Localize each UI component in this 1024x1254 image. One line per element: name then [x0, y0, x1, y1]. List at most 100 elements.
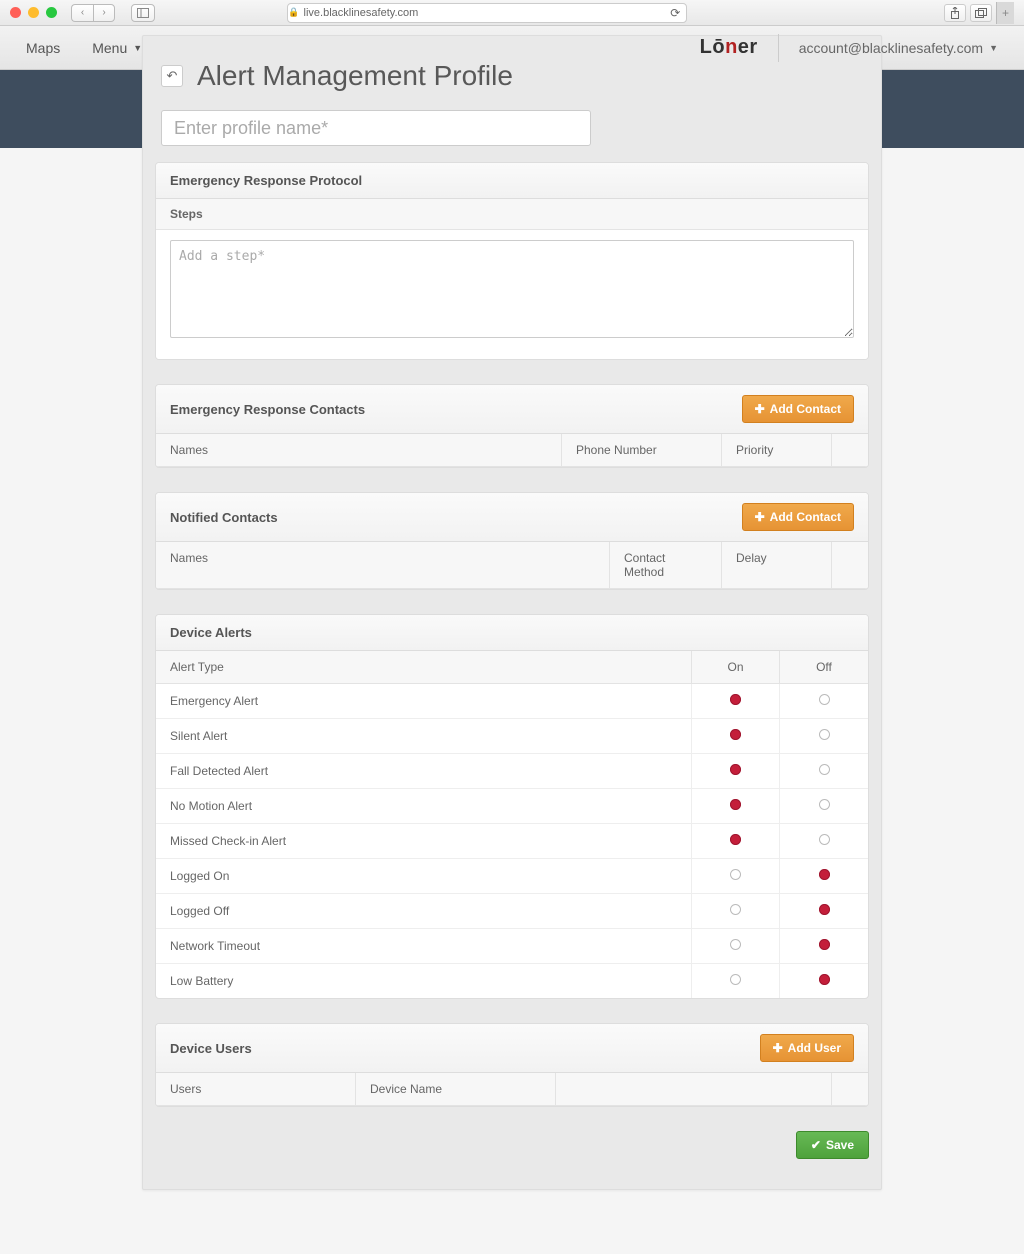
account-dropdown[interactable]: account@blacklinesafety.com ▼: [799, 40, 998, 56]
radio-on[interactable]: [730, 799, 741, 810]
chevron-down-icon: ▼: [133, 43, 142, 53]
add-contact-button[interactable]: ✚ Add Contact: [742, 395, 854, 423]
radio-off[interactable]: [819, 764, 830, 775]
erc-panel: Emergency Response Contacts ✚ Add Contac…: [155, 384, 869, 468]
forward-button[interactable]: ›: [93, 4, 115, 22]
nc-col-actions: [832, 542, 868, 588]
logo-text-3: er: [738, 36, 758, 58]
alert-type-label: Low Battery: [156, 964, 692, 998]
alert-off-cell: [780, 929, 868, 963]
alert-row: Logged On: [156, 859, 868, 894]
alert-row: Missed Check-in Alert: [156, 824, 868, 859]
radio-off[interactable]: [819, 729, 830, 740]
logo-text-red: n: [725, 36, 738, 58]
radio-off[interactable]: [819, 939, 830, 950]
radio-on[interactable]: [730, 834, 741, 845]
alert-on-cell: [692, 859, 780, 893]
radio-on[interactable]: [730, 939, 741, 950]
address-text: live.blacklinesafety.com: [304, 7, 419, 19]
da-col-on: On: [692, 651, 780, 683]
main-card: ↶ Alert Management Profile Emergency Res…: [142, 35, 882, 1190]
radio-on[interactable]: [730, 764, 741, 775]
back-button[interactable]: ↶: [161, 65, 183, 87]
tabs-icon[interactable]: [970, 4, 992, 22]
alert-off-cell: [780, 684, 868, 718]
erc-col-phone: Phone Number: [562, 434, 722, 466]
minimize-window-icon[interactable]: [28, 7, 39, 18]
maps-link[interactable]: Maps: [26, 40, 60, 56]
back-arrow-icon: ↶: [167, 68, 178, 84]
erc-col-priority: Priority: [722, 434, 832, 466]
da-columns: Alert Type On Off: [156, 651, 868, 684]
alert-type-label: Logged On: [156, 859, 692, 893]
alert-row: Logged Off: [156, 894, 868, 929]
browser-sidebar-button[interactable]: [131, 4, 155, 22]
reload-icon[interactable]: ⟳: [664, 4, 686, 22]
loner-logo: Lōner: [700, 36, 758, 59]
alert-on-cell: [692, 824, 780, 858]
alert-row: Low Battery: [156, 964, 868, 998]
device-users-panel: Device Users ✚ Add User Users Device Nam…: [155, 1023, 869, 1107]
alert-off-cell: [780, 754, 868, 788]
steps-textarea[interactable]: [170, 240, 854, 338]
menu-dropdown[interactable]: Menu ▼: [92, 40, 142, 56]
plus-icon: ✚: [773, 1041, 783, 1055]
radio-off[interactable]: [819, 869, 830, 880]
erp-header: Emergency Response Protocol: [156, 163, 868, 199]
radio-on[interactable]: [730, 729, 741, 740]
save-button[interactable]: ✔ Save: [796, 1131, 869, 1159]
browser-chrome: ‹ › 🔒 live.blacklinesafety.com ⟳ +: [0, 0, 1024, 26]
page-wrap: ↶ Alert Management Profile Emergency Res…: [20, 35, 1004, 1190]
radio-off[interactable]: [819, 834, 830, 845]
window-controls: [10, 7, 57, 18]
du-columns: Users Device Name: [156, 1073, 868, 1106]
radio-on[interactable]: [730, 974, 741, 985]
radio-off[interactable]: [819, 694, 830, 705]
radio-off[interactable]: [819, 904, 830, 915]
alert-row: No Motion Alert: [156, 789, 868, 824]
alert-on-cell: [692, 684, 780, 718]
alert-off-cell: [780, 789, 868, 823]
alert-on-cell: [692, 929, 780, 963]
nc-title-text: Notified Contacts: [170, 510, 278, 525]
add-user-button[interactable]: ✚ Add User: [760, 1034, 854, 1062]
page-title: Alert Management Profile: [197, 60, 513, 92]
alert-row: Network Timeout: [156, 929, 868, 964]
add-notified-contact-button[interactable]: ✚ Add Contact: [742, 503, 854, 531]
alert-on-cell: [692, 894, 780, 928]
add-notified-contact-label: Add Contact: [770, 510, 841, 524]
alert-type-label: Fall Detected Alert: [156, 754, 692, 788]
add-contact-label: Add Contact: [770, 402, 841, 416]
da-title-text: Device Alerts: [170, 625, 252, 640]
plus-icon: ✚: [755, 510, 765, 524]
radio-on[interactable]: [730, 904, 741, 915]
vertical-divider: [778, 34, 779, 62]
erp-panel: Emergency Response Protocol Steps: [155, 162, 869, 360]
du-col-device: Device Name: [356, 1073, 556, 1105]
device-alerts-panel: Device Alerts Alert Type On Off Emergenc…: [155, 614, 869, 999]
nc-col-names: Names: [156, 542, 610, 588]
check-icon: ✔: [811, 1138, 821, 1152]
logo-text-2: ō: [712, 36, 725, 58]
alert-type-label: No Motion Alert: [156, 789, 692, 823]
save-label: Save: [826, 1138, 854, 1152]
nc-col-delay: Delay: [722, 542, 832, 588]
radio-off[interactable]: [819, 799, 830, 810]
du-title-text: Device Users: [170, 1041, 252, 1056]
radio-on[interactable]: [730, 694, 741, 705]
da-col-off: Off: [780, 651, 868, 683]
zoom-window-icon[interactable]: [46, 7, 57, 18]
share-icon[interactable]: [944, 4, 966, 22]
radio-on[interactable]: [730, 869, 741, 880]
close-window-icon[interactable]: [10, 7, 21, 18]
back-button[interactable]: ‹: [71, 4, 93, 22]
logo-text-1: L: [700, 36, 713, 58]
alert-off-cell: [780, 859, 868, 893]
radio-off[interactable]: [819, 974, 830, 985]
address-bar[interactable]: 🔒 live.blacklinesafety.com ⟳: [287, 3, 687, 23]
profile-name-input[interactable]: [161, 110, 591, 146]
new-tab-button[interactable]: +: [996, 2, 1014, 24]
erc-col-names: Names: [156, 434, 562, 466]
erc-columns: Names Phone Number Priority: [156, 434, 868, 467]
alert-type-label: Network Timeout: [156, 929, 692, 963]
